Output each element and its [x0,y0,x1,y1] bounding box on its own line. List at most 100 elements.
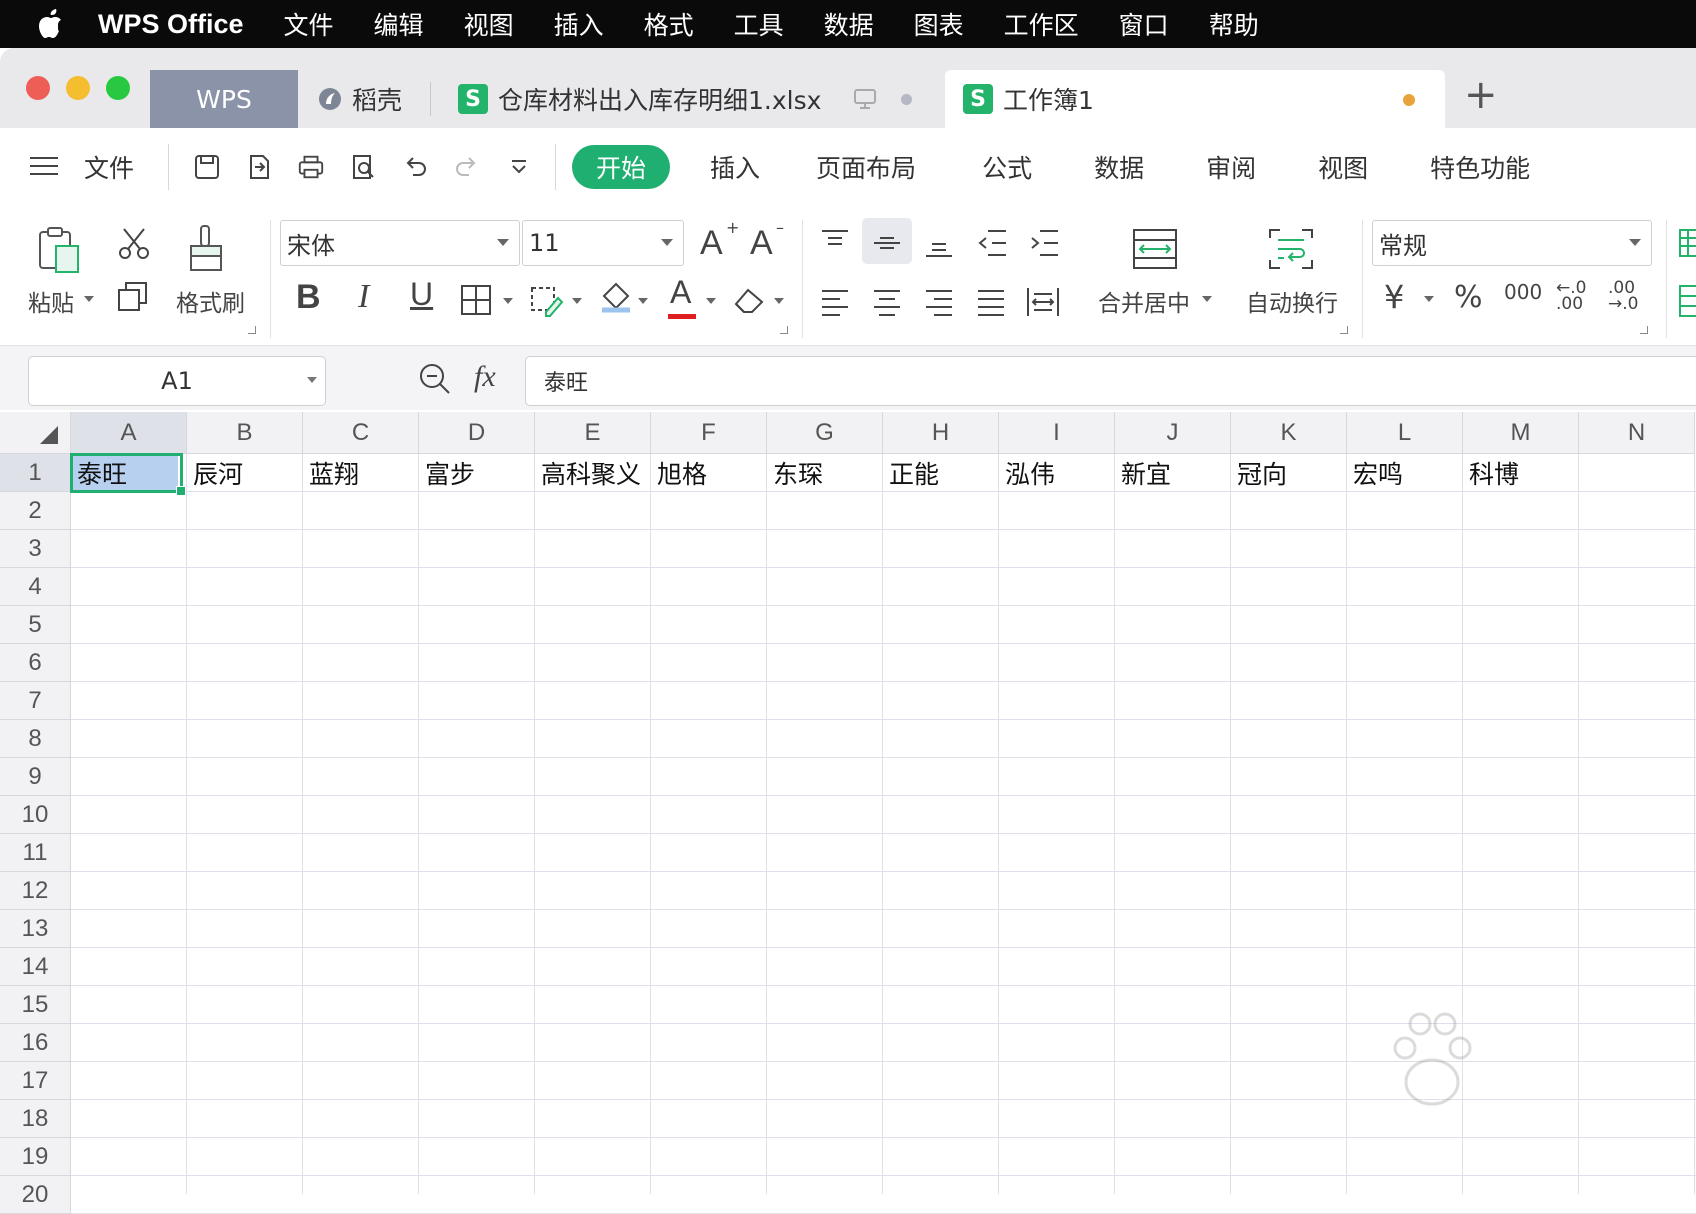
column-header-c[interactable]: C [303,412,419,454]
row-header-17[interactable]: 17 [0,1062,71,1100]
column-header-j[interactable]: J [1115,412,1231,454]
name-box[interactable]: A1 [28,356,326,406]
align-right-icon[interactable] [924,288,954,322]
menubar-item-chart[interactable]: 图表 [914,6,964,42]
row-header-6[interactable]: 6 [0,644,71,682]
tab-data[interactable]: 数据 [1094,149,1144,185]
close-window-button[interactable] [26,76,50,100]
conditional-format-icon[interactable] [1678,284,1696,322]
row-header-20[interactable]: 20 [0,1176,71,1214]
cell-n1[interactable] [1579,454,1695,492]
undo-icon[interactable] [401,153,429,181]
menubar-item-tools[interactable]: 工具 [734,6,784,42]
tab-formula[interactable]: 公式 [982,149,1032,185]
alignment-settings-icon[interactable] [1340,326,1348,334]
currency-dropdown-icon[interactable] [1424,296,1434,302]
cell-j1[interactable]: 新宜 [1115,454,1231,492]
cell-f1[interactable]: 旭格 [651,454,767,492]
paste-icon[interactable] [36,226,84,280]
row-header-19[interactable]: 19 [0,1138,71,1176]
row-header-14[interactable]: 14 [0,948,71,986]
menubar-item-edit[interactable]: 编辑 [374,6,424,42]
increase-indent-icon[interactable] [1028,228,1060,262]
new-tab-button[interactable]: + [1464,72,1498,118]
justify-icon[interactable] [976,288,1006,322]
hamburger-menu-icon[interactable] [30,153,58,182]
row-header-13[interactable]: 13 [0,910,71,948]
column-header-f[interactable]: F [651,412,767,454]
cell-i1[interactable]: 泓伟 [999,454,1115,492]
cell-m1[interactable]: 科博 [1463,454,1579,492]
underline-button[interactable]: U [410,276,433,313]
clear-format-icon[interactable] [732,284,768,320]
tab-daoke[interactable]: 稻壳 [318,70,402,128]
row-header-8[interactable]: 8 [0,720,71,758]
row-header-16[interactable]: 16 [0,1024,71,1062]
tab-view[interactable]: 视图 [1318,149,1368,185]
fill-color-icon[interactable] [598,280,634,324]
fill-color-dropdown-icon[interactable] [638,298,648,304]
zoom-search-icon[interactable] [418,362,452,400]
tab-special-features[interactable]: 特色功能 [1430,149,1530,185]
font-color-button[interactable]: A [670,274,691,311]
row-header-2[interactable]: 2 [0,492,71,530]
align-bottom-icon[interactable] [924,228,954,262]
number-format-select[interactable]: 常规 [1372,220,1652,266]
row-header-1[interactable]: 1 [0,454,71,492]
row-header-4[interactable]: 4 [0,568,71,606]
menubar-item-data[interactable]: 数据 [824,6,874,42]
apple-icon[interactable] [38,7,68,41]
align-top-icon[interactable] [820,228,850,262]
tab-workbook1[interactable]: S 工作簿1 [945,70,1445,128]
column-header-i[interactable]: I [999,412,1115,454]
row-header-12[interactable]: 12 [0,872,71,910]
menu-file[interactable]: 文件 [84,149,134,185]
column-header-h[interactable]: H [883,412,999,454]
decrease-indent-icon[interactable] [976,228,1008,262]
column-header-d[interactable]: D [419,412,535,454]
paste-label[interactable]: 粘贴 [28,284,74,318]
decrease-decimal-button[interactable]: .00 →.0 [1608,280,1638,313]
clear-format-dropdown-icon[interactable] [774,298,784,304]
zoom-window-button[interactable] [106,76,130,100]
customize-toolbar-icon[interactable] [505,153,533,181]
cell-c1[interactable]: 蓝翔 [303,454,419,492]
formula-input[interactable]: 泰旺 [525,356,1696,406]
borders-icon[interactable] [460,284,492,320]
cell-d1[interactable]: 富步 [419,454,535,492]
table-style-icon[interactable] [1678,228,1696,262]
auto-wrap-icon[interactable] [1268,228,1314,274]
select-all-button[interactable] [0,412,71,454]
menubar-item-format[interactable]: 格式 [644,6,694,42]
column-header-b[interactable]: B [187,412,303,454]
cell-style-icon[interactable] [530,284,566,322]
decrease-font-size-button[interactable]: A [750,224,773,263]
merge-center-label[interactable]: 合并居中 [1098,284,1190,318]
bold-button[interactable]: B [296,278,321,317]
menubar-item-help[interactable]: 帮助 [1209,6,1259,42]
menubar-item-insert[interactable]: 插入 [554,6,604,42]
column-header-m[interactable]: M [1463,412,1579,454]
minimize-window-button[interactable] [66,76,90,100]
insert-function-button[interactable]: fx [474,360,496,394]
format-painter-icon[interactable] [186,224,226,278]
row-header-3[interactable]: 3 [0,530,71,568]
column-header-k[interactable]: K [1231,412,1347,454]
merge-center-icon[interactable] [1132,228,1178,274]
cell-style-dropdown-icon[interactable] [572,298,582,304]
currency-button[interactable]: ¥ [1384,278,1404,316]
save-icon[interactable] [193,153,221,181]
percent-button[interactable]: % [1454,280,1483,315]
print-icon[interactable] [297,153,325,181]
tab-file1[interactable]: S 仓库材料出入库存明细1.xlsx [458,70,913,128]
export-pdf-icon[interactable] [245,153,273,181]
font-settings-icon[interactable] [780,326,788,334]
print-preview-icon[interactable] [349,153,377,181]
font-color-dropdown-icon[interactable] [706,298,716,304]
fill-handle[interactable] [176,486,186,496]
cell-h1[interactable]: 正能 [883,454,999,492]
cell-e1[interactable]: 高科聚义 [535,454,651,492]
row-header-7[interactable]: 7 [0,682,71,720]
column-header-g[interactable]: G [767,412,883,454]
tab-start[interactable]: 开始 [572,145,671,189]
